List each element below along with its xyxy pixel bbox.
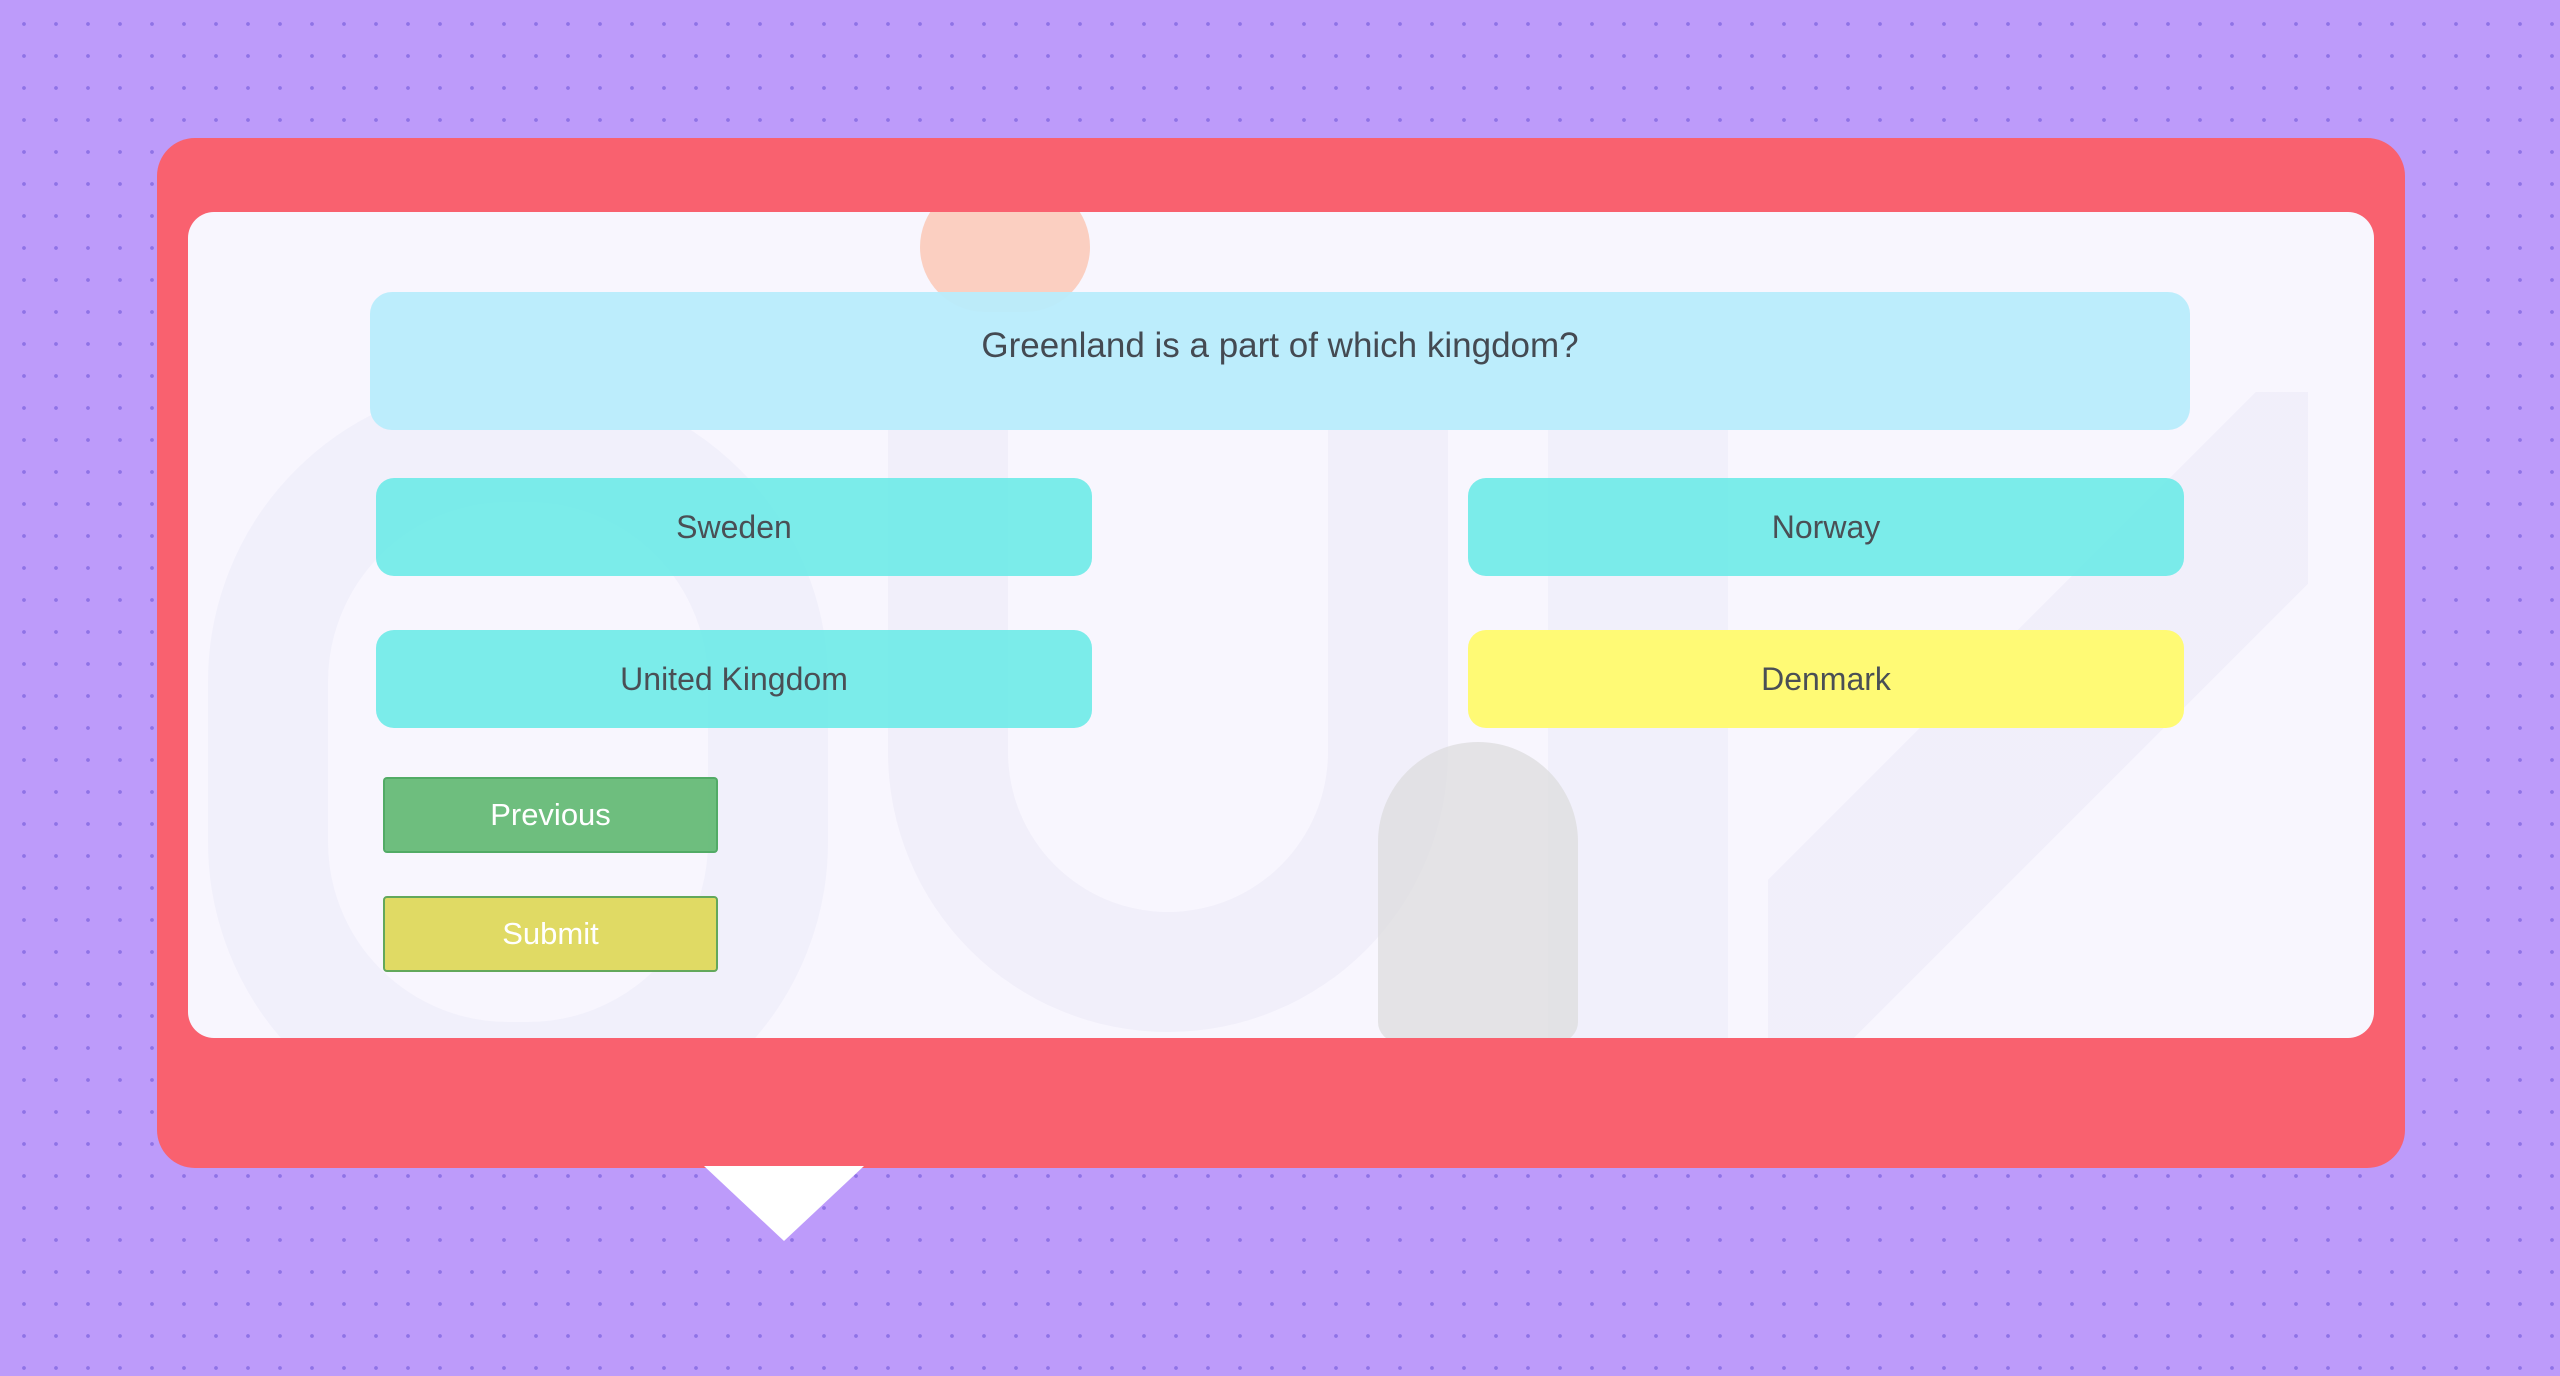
question-text: Greenland is a part of which kingdom? — [370, 292, 2190, 430]
answer-option-norway[interactable]: Norway — [1468, 478, 2184, 576]
answer-option-denmark[interactable]: Denmark — [1468, 630, 2184, 728]
answer-option-united-kingdom[interactable]: United Kingdom — [376, 630, 1092, 728]
previous-button[interactable]: Previous — [383, 777, 718, 853]
speech-bubble-tail — [704, 1166, 864, 1241]
answer-option-sweden[interactable]: Sweden — [376, 478, 1092, 576]
submit-button[interactable]: Submit — [383, 896, 718, 972]
decorative-person-illustration — [1378, 742, 1578, 1038]
